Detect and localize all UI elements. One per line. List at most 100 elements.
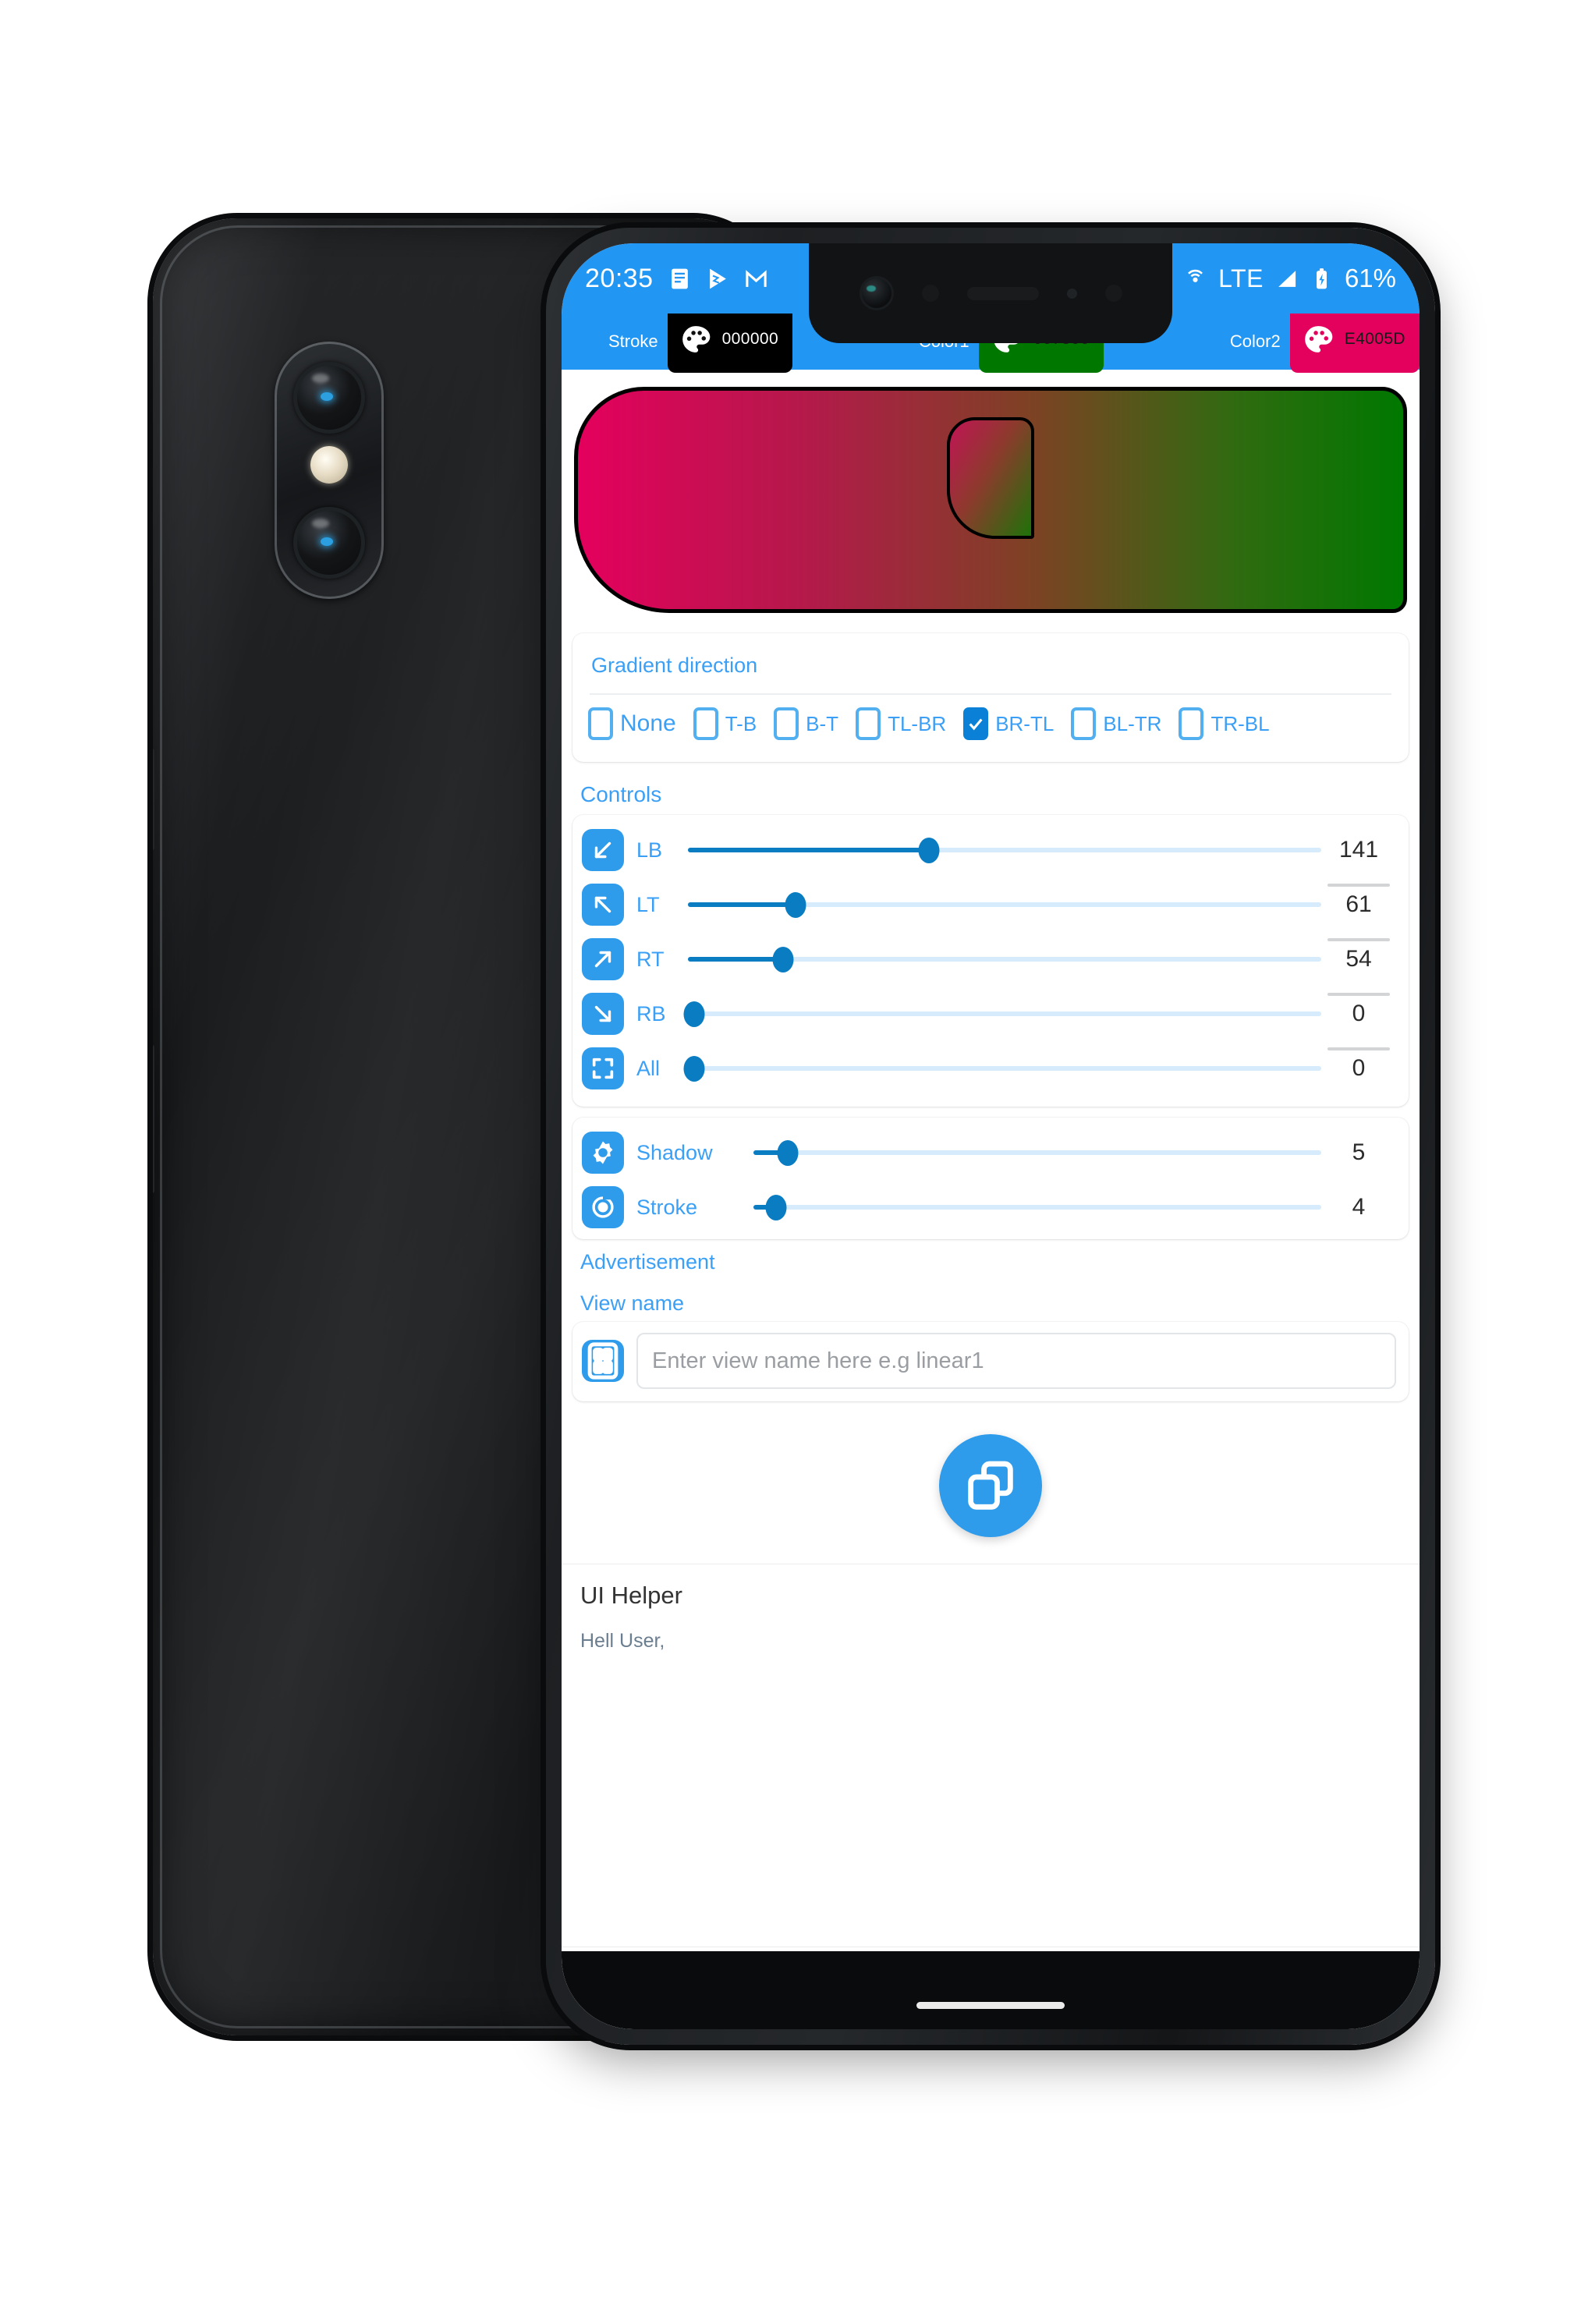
slider-fill xyxy=(688,848,929,852)
checkbox-t-b[interactable] xyxy=(693,707,718,740)
slider-rt[interactable] xyxy=(688,938,1321,980)
slider-value-rb[interactable]: 0 xyxy=(1321,1001,1396,1050)
palette-icon xyxy=(679,322,713,356)
arrow-down-right-icon xyxy=(582,993,624,1035)
corner-radius-controls-card: LB 141 LT 61 RT 54 RB 0 All 0 xyxy=(572,815,1409,1107)
slider-thumb[interactable] xyxy=(777,1139,799,1166)
checkbox-br-tl[interactable] xyxy=(963,707,989,740)
slider-label: RT xyxy=(636,947,665,971)
arrow-up-right-icon xyxy=(582,938,624,980)
rear-camera-lens-bottom xyxy=(293,507,365,579)
gradient-direction-card: Gradient direction None T-B B-T TL-BR BR… xyxy=(572,633,1409,762)
gmail-icon xyxy=(744,267,768,291)
slider-value-rt[interactable]: 54 xyxy=(1321,946,1396,996)
ui-helper-app-icon[interactable] xyxy=(939,1434,1042,1537)
gradient-option-tr-bl[interactable]: TR-BL xyxy=(1179,707,1270,740)
ui-helper-title: UI Helper xyxy=(580,1582,682,1609)
gradient-option-label: TR-BL xyxy=(1210,711,1270,735)
layout-grid-icon xyxy=(582,1340,624,1382)
slider-track xyxy=(753,1150,1321,1155)
rear-camera-lens-top xyxy=(293,362,365,434)
slider-track xyxy=(753,1205,1321,1210)
display-notch xyxy=(809,243,1172,343)
gradient-option-label: TL-BR xyxy=(888,711,947,735)
slider-row-lt: LT 61 xyxy=(572,877,1409,941)
status-bar-left: 20:35 xyxy=(585,264,768,294)
power-button[interactable] xyxy=(153,1045,154,1193)
slider-value-lb[interactable]: 141 xyxy=(1321,837,1396,887)
checkbox-none[interactable] xyxy=(588,707,613,740)
effect-controls-card: Shadow 5 Stroke 4 xyxy=(572,1118,1409,1239)
color2-button[interactable]: E4005D xyxy=(1289,306,1420,373)
proximity-sensor-icon xyxy=(921,285,939,302)
slider-all[interactable] xyxy=(683,1047,1321,1089)
gradient-option-label: None xyxy=(620,710,676,736)
slider-value-all[interactable]: 0 xyxy=(1321,1055,1396,1082)
gradient-option-br-tl[interactable]: BR-TL xyxy=(963,707,1054,740)
slider-shadow[interactable] xyxy=(753,1132,1321,1174)
slider-value-stroke[interactable]: 4 xyxy=(1321,1194,1396,1220)
gradient-preview-shape[interactable] xyxy=(574,387,1407,613)
checkbox-tl-br[interactable] xyxy=(856,707,881,740)
gradient-option-tl-br[interactable]: TL-BR xyxy=(856,707,946,740)
earpiece-speaker xyxy=(966,286,1039,300)
slider-thumb[interactable] xyxy=(683,1001,705,1027)
slider-thumb[interactable] xyxy=(772,946,794,972)
slider-fill xyxy=(688,902,796,907)
slider-lt[interactable] xyxy=(688,884,1321,926)
slider-row-all: All 0 xyxy=(572,1041,1409,1096)
slider-row-stroke: Stroke 4 xyxy=(572,1180,1409,1235)
signal-icon xyxy=(1274,267,1299,291)
hotspot-icon xyxy=(1183,267,1207,291)
home-indicator[interactable] xyxy=(916,2002,1065,2009)
slider-thumb[interactable] xyxy=(785,891,806,918)
gradient-option-b-t[interactable]: B-T xyxy=(774,707,838,740)
color2-hex: E4005D xyxy=(1344,330,1405,348)
view-name-card: Enter view name here e.g linear1 xyxy=(572,1322,1409,1401)
status-bar-right: LTE 61% xyxy=(1183,264,1396,293)
gradient-option-t-b[interactable]: T-B xyxy=(693,707,757,740)
ui-helper-greeting: Hell User, xyxy=(580,1630,665,1652)
slider-lb[interactable] xyxy=(688,829,1321,871)
stroke-color-button[interactable]: 000000 xyxy=(667,306,793,373)
slider-thumb[interactable] xyxy=(765,1194,787,1220)
slider-stroke[interactable] xyxy=(753,1186,1321,1228)
slider-value-shadow[interactable]: 5 xyxy=(1321,1139,1396,1166)
stroke-color-label: Stroke xyxy=(608,331,658,351)
gradient-option-label: BR-TL xyxy=(995,711,1055,735)
ir-sensor-icon xyxy=(1104,285,1122,302)
color2-group: Color2 E4005D xyxy=(1230,306,1420,373)
view-name-input[interactable]: Enter view name here e.g linear1 xyxy=(636,1333,1396,1389)
slider-track xyxy=(688,1011,1321,1016)
note-icon xyxy=(668,267,692,291)
stroke-color-hex: 000000 xyxy=(721,330,779,348)
checkbox-tr-bl[interactable] xyxy=(1179,707,1204,740)
checkbox-b-t[interactable] xyxy=(774,707,799,740)
slider-rb[interactable] xyxy=(683,993,1321,1035)
gradient-preview-inner-shape xyxy=(947,417,1034,539)
gradient-direction-title: Gradient direction xyxy=(591,654,758,677)
light-sensor-icon xyxy=(1066,288,1077,299)
palette-icon xyxy=(1301,322,1335,356)
volume-button[interactable] xyxy=(153,749,154,850)
slider-row-rt: RT 54 xyxy=(572,932,1409,996)
app-icon-area xyxy=(562,1401,1420,1564)
controls-title: Controls xyxy=(580,782,662,806)
slider-thumb[interactable] xyxy=(683,1055,705,1082)
battery-charging-icon xyxy=(1310,267,1334,291)
slider-label: LT xyxy=(636,892,660,916)
camera-flash-icon xyxy=(310,446,348,484)
gradient-option-bl-tr[interactable]: BL-TR xyxy=(1071,707,1161,740)
slider-row-rb: RB 0 xyxy=(572,987,1409,1050)
navigation-bar xyxy=(562,1951,1420,2029)
gradient-option-none[interactable]: None xyxy=(588,707,676,740)
checkbox-bl-tr[interactable] xyxy=(1071,707,1097,740)
slider-label: Stroke xyxy=(636,1195,698,1219)
shape-preview-area xyxy=(562,370,1420,613)
slider-row-lb: LB 141 xyxy=(572,823,1409,887)
slider-thumb[interactable] xyxy=(918,837,940,863)
gradient-direction-options: None T-B B-T TL-BR BR-TL BL-TR TR-BL xyxy=(587,706,1395,745)
phone-screen: 20:35 LTE 61% Stroke 000000 Color2 E4005… xyxy=(562,243,1420,2029)
stroke-color-group: Stroke 000000 xyxy=(608,306,793,373)
slider-value-lt[interactable]: 61 xyxy=(1321,891,1396,941)
